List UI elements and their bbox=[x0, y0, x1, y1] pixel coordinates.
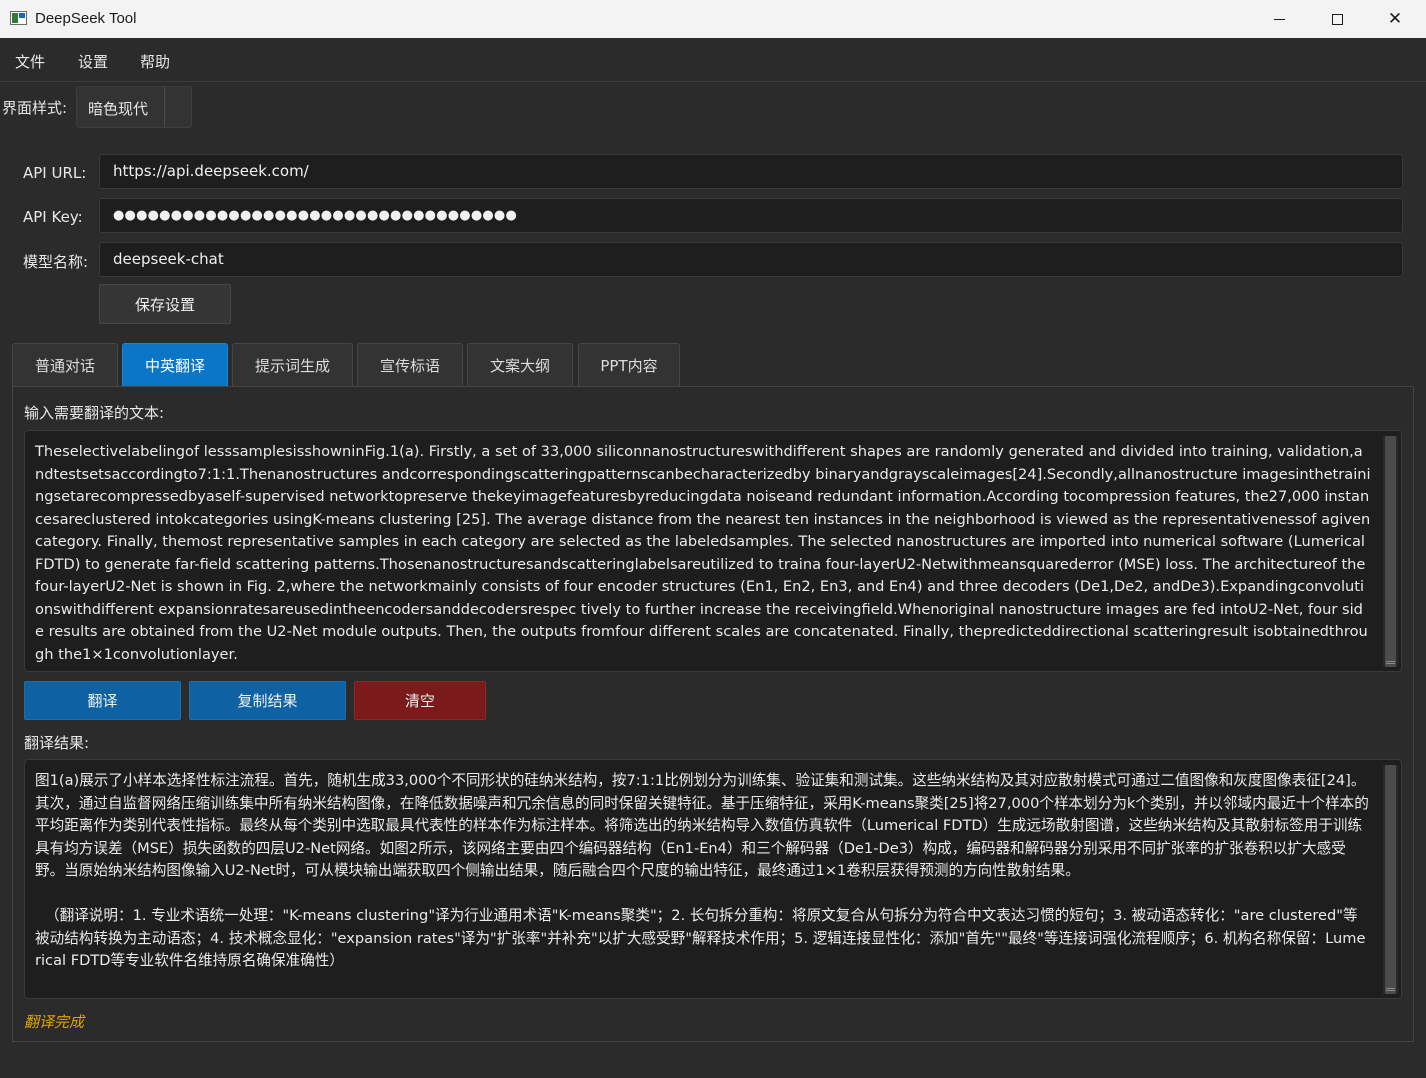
model-label: 模型名称: bbox=[23, 253, 89, 271]
source-text-area[interactable]: Theselectivelabelingof lesssamplesisshow… bbox=[24, 430, 1402, 672]
title-bar: DeepSeek Tool ✕ bbox=[0, 0, 1426, 38]
minimize-icon bbox=[1273, 18, 1285, 20]
tab-prompt-gen[interactable]: 提示词生成 bbox=[232, 343, 353, 386]
minimize-button[interactable] bbox=[1250, 0, 1308, 38]
app-icon bbox=[10, 11, 27, 25]
api-url-input[interactable]: https://api.deepseek.com/ bbox=[99, 154, 1403, 189]
tab-slogan[interactable]: 宣传标语 bbox=[357, 343, 463, 386]
menu-help[interactable]: 帮助 bbox=[140, 51, 170, 72]
result-text: 图1(a)展示了小样本选择性标注流程。首先，随机生成33,000个不同形状的硅纳… bbox=[35, 772, 1369, 879]
source-scrollbar-thumb[interactable] bbox=[1385, 436, 1396, 667]
clear-button[interactable]: 清空 bbox=[354, 681, 486, 720]
grip-icon bbox=[1386, 988, 1395, 992]
menu-settings[interactable]: 设置 bbox=[78, 51, 108, 72]
menu-file[interactable]: 文件 bbox=[15, 51, 45, 72]
input-label: 输入需要翻译的文本: bbox=[24, 404, 165, 422]
copy-result-button[interactable]: 复制结果 bbox=[189, 681, 346, 720]
tab-chat[interactable]: 普通对话 bbox=[12, 343, 118, 386]
source-text: Theselectivelabelingof lesssamplesisshow… bbox=[35, 443, 1371, 663]
result-scrollbar-thumb[interactable] bbox=[1385, 765, 1396, 994]
result-scrollbar[interactable] bbox=[1383, 765, 1398, 994]
style-select-value: 暗色现代 bbox=[88, 100, 149, 118]
maximize-icon bbox=[1331, 13, 1343, 25]
style-label: 界面样式: bbox=[2, 99, 68, 117]
source-scrollbar[interactable] bbox=[1383, 436, 1398, 667]
close-icon: ✕ bbox=[1387, 9, 1403, 28]
translate-button[interactable]: 翻译 bbox=[24, 681, 181, 720]
api-url-label: API URL: bbox=[23, 164, 87, 182]
select-divider bbox=[164, 87, 165, 127]
save-settings-button[interactable]: 保存设置 bbox=[99, 284, 231, 324]
tab-outline[interactable]: 文案大纲 bbox=[467, 343, 573, 386]
result-note: （翻译说明：1. 专业术语统一处理："K-means clustering"译为… bbox=[35, 907, 1366, 969]
menu-bar: 文件 设置 帮助 bbox=[0, 38, 1426, 82]
style-select[interactable]: 暗色现代 bbox=[76, 86, 192, 128]
maximize-button[interactable] bbox=[1308, 0, 1366, 38]
result-text-area[interactable]: 图1(a)展示了小样本选择性标注流程。首先，随机生成33,000个不同形状的硅纳… bbox=[24, 759, 1402, 999]
status-text: 翻译完成 bbox=[24, 1013, 85, 1031]
window-title: DeepSeek Tool bbox=[35, 10, 137, 27]
result-label: 翻译结果: bbox=[24, 734, 90, 752]
tab-translate[interactable]: 中英翻译 bbox=[122, 343, 228, 386]
tab-ppt[interactable]: PPT内容 bbox=[578, 343, 680, 386]
api-key-input[interactable]: ●●●●●●●●●●●●●●●●●●●●●●●●●●●●●●●●●●● bbox=[99, 198, 1403, 233]
grip-icon bbox=[1386, 661, 1395, 665]
model-input[interactable]: deepseek-chat bbox=[99, 242, 1403, 277]
api-key-label: API Key: bbox=[23, 208, 83, 226]
close-button[interactable]: ✕ bbox=[1366, 0, 1424, 38]
